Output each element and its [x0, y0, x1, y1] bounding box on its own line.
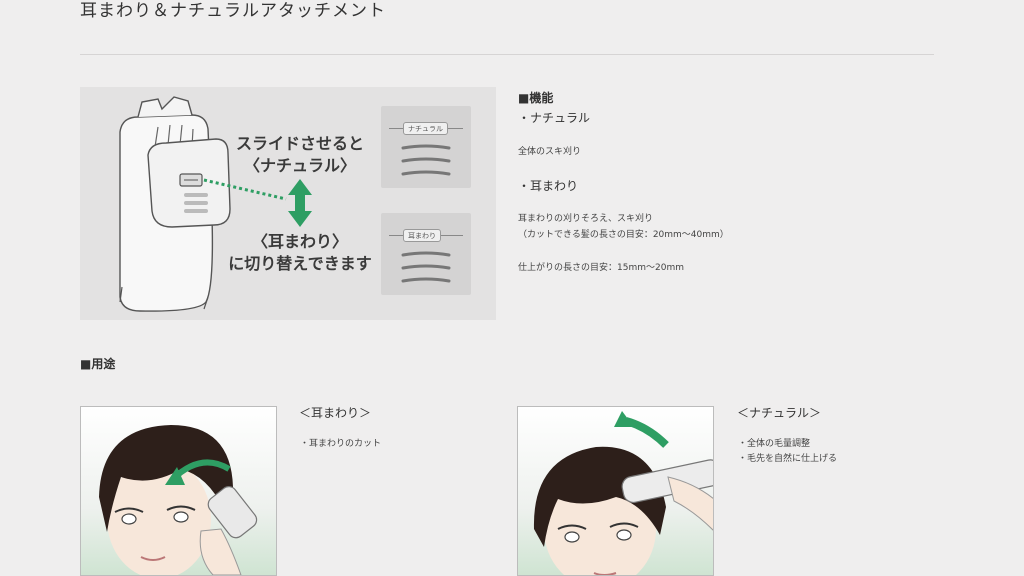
ear-cut-drawing — [99, 425, 258, 575]
natural-function-desc: 全体のスキ刈り — [518, 147, 582, 157]
uses-heading: ■用途 — [80, 357, 116, 371]
natural-cut-drawing — [533, 411, 713, 575]
slide-instruction: スライドさせると 〈ナチュラル〉 — [230, 133, 370, 177]
slide-line-2: 〈ナチュラル〉 — [243, 156, 356, 175]
natural-function-title: ・ナチュラル — [518, 111, 591, 125]
ear-use-label: ＜耳まわり＞ — [299, 406, 372, 420]
ear-use-bullet: ・耳まわりのカット — [300, 439, 382, 449]
natural-use-illustration — [517, 406, 714, 576]
ear-comb-lines — [401, 251, 451, 283]
ear-function-detail: （カットできる髪の長さの目安：20mm〜40mm） — [518, 230, 729, 240]
ear-mode-card: 耳まわり — [381, 213, 471, 295]
slide-line-1: スライドさせると — [235, 134, 364, 153]
page-title: 耳まわり＆ナチュラルアタッチメント — [80, 1, 386, 21]
natural-use-bullet: ・毛先を自然に仕上げる — [738, 454, 838, 464]
natural-mode-card: ナチュラル — [381, 106, 471, 188]
title-divider — [80, 54, 934, 55]
natural-comb-lines — [401, 144, 451, 176]
finish-length: 仕上がりの長さの目安：15mm〜20mm — [518, 263, 684, 273]
swap-instruction: 〈耳まわり〉 に切り替えできます — [220, 231, 380, 275]
ear-function-title: ・耳まわり — [518, 179, 579, 193]
swap-line-2: に切り替えできます — [228, 254, 372, 273]
natural-use-bullet: ・全体の毛量調整 — [738, 439, 811, 449]
natural-use-label: ＜ナチュラル＞ — [737, 406, 822, 420]
ear-use-illustration — [80, 406, 277, 576]
attachment-illustration: スライドさせると 〈ナチュラル〉 〈耳まわり〉 に切り替えできます ナチュラル … — [80, 87, 496, 320]
ear-function-desc: 耳まわりの刈りそろえ、スキ刈り — [518, 214, 654, 224]
swap-line-1: 〈耳まわり〉 — [251, 232, 348, 251]
functions-heading: ■機能 — [518, 91, 554, 105]
